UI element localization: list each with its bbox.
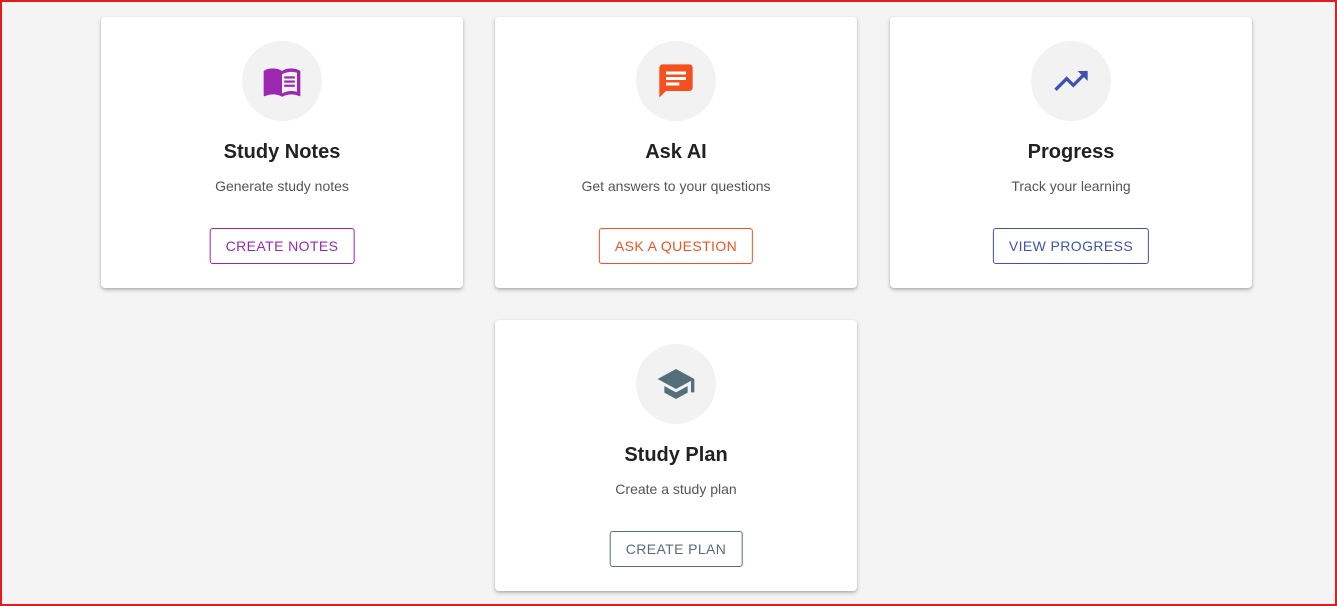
- card-progress: Progress Track your learning VIEW PROGRE…: [890, 17, 1252, 288]
- trending-up-icon: [1054, 71, 1088, 91]
- card-title: Study Plan: [624, 444, 728, 466]
- progress-icon-badge: [1031, 41, 1111, 121]
- card-title: Ask AI: [645, 141, 707, 163]
- card-subtitle: Create a study plan: [615, 481, 737, 497]
- study-plan-icon-badge: [636, 344, 716, 424]
- card-study-plan: Study Plan Create a study plan CREATE PL…: [495, 320, 857, 591]
- card-title: Progress: [1027, 141, 1115, 163]
- create-plan-button[interactable]: CREATE PLAN: [609, 531, 743, 567]
- card-subtitle: Generate study notes: [215, 178, 349, 194]
- study-notes-icon-badge: [242, 41, 322, 121]
- view-progress-button[interactable]: VIEW PROGRESS: [992, 228, 1150, 264]
- create-notes-button[interactable]: CREATE NOTES: [209, 228, 355, 264]
- card-subtitle: Get answers to your questions: [581, 178, 771, 194]
- card-subtitle: Track your learning: [1011, 178, 1131, 194]
- graduation-cap-icon: [657, 369, 695, 399]
- card-study-notes: Study Notes Generate study notes CREATE …: [101, 17, 463, 288]
- card-ask-ai: Ask AI Get answers to your questions ASK…: [495, 17, 857, 288]
- ask-question-button[interactable]: ASK A QUESTION: [598, 228, 754, 264]
- chat-icon: [659, 64, 693, 98]
- card-title: Study Notes: [223, 141, 341, 163]
- book-icon: [263, 68, 301, 97]
- ask-ai-icon-badge: [636, 41, 716, 121]
